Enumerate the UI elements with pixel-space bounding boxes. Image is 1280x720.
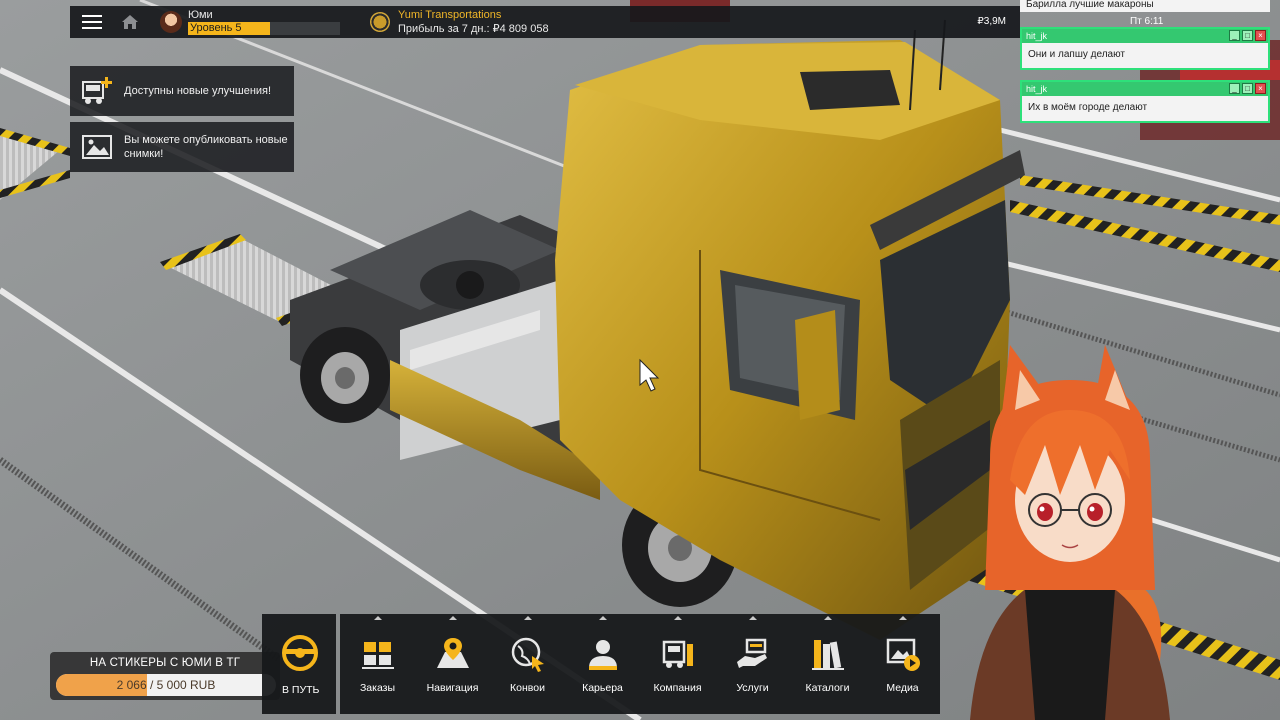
truck-upgrade-icon — [82, 77, 112, 104]
career-person-icon — [588, 640, 617, 670]
donation-amount: 2 066 / 5 000 RUB — [116, 678, 216, 692]
chat-username: hit_jk — [1026, 31, 1048, 41]
toolbar-label: Услуги — [736, 682, 769, 694]
toolbar-label: Заказы — [359, 682, 396, 694]
toolbar-item-orders[interactable]: Заказы — [340, 614, 415, 714]
hit-the-road-label: В ПУТЬ — [282, 684, 320, 696]
donation-progress-bar: 2 066 / 5 000 RUB — [56, 674, 276, 696]
company-truck-icon — [662, 640, 693, 668]
toolbar-label: Конвои — [510, 682, 545, 694]
level-badge: Уровень 5 — [188, 22, 340, 35]
caret-up-icon — [748, 616, 757, 620]
chat-top-message: Барилла лучшие макароны — [1020, 0, 1270, 12]
notification-photos[interactable]: Вы можете опубликовать новые снимки! — [70, 122, 294, 172]
home-button[interactable] — [114, 6, 146, 38]
donation-goal-widget: НА СТИКЕРЫ С ЮМИ В ТГ 2 066 / 5 000 RUB — [50, 652, 280, 700]
chat-username: hit_jk — [1026, 84, 1048, 94]
toolbar-item-media[interactable]: Медиа — [865, 614, 940, 714]
chat-message: Они и лапшу делают — [1028, 49, 1125, 60]
caret-up-icon — [373, 616, 382, 620]
notification-text: Доступны новые улучшения! — [124, 85, 272, 97]
chat-window[interactable]: hit_jk _ □ × Они и лапшу делают — [1020, 27, 1270, 70]
notification-upgrades[interactable]: Доступны новые улучшения! — [70, 66, 294, 116]
top-bar: Юми Уровень 5 Yumi Transportations Прибы… — [70, 6, 1020, 38]
company-widget[interactable]: Yumi Transportations Прибыль за 7 дн.: ₽… — [370, 8, 549, 36]
close-icon[interactable]: × — [1255, 30, 1266, 41]
hit-the-road-button[interactable]: В ПУТЬ — [262, 614, 336, 714]
catalogs-books-icon — [811, 640, 844, 670]
services-hand-icon — [736, 638, 767, 668]
minimize-icon[interactable]: _ — [1229, 83, 1240, 94]
toolbar-label: Навигация — [426, 682, 479, 694]
caret-up-icon — [523, 616, 532, 620]
chat-window[interactable]: hit_jk _ □ × Их в моём городе делают — [1020, 80, 1270, 123]
caret-up-icon — [673, 616, 682, 620]
caret-up-icon — [898, 616, 907, 620]
company-logo-icon — [370, 12, 390, 32]
notification-text: Вы можете опубликовать новые снимки! — [124, 134, 288, 160]
home-icon — [122, 15, 138, 29]
convoy-globe-icon — [511, 637, 544, 672]
toolbar-item-career[interactable]: Карьера — [565, 614, 640, 714]
vtuber-avatar — [970, 345, 1170, 720]
toolbar-item-navigation[interactable]: Навигация — [415, 614, 490, 714]
caret-up-icon — [448, 616, 457, 620]
minimize-icon[interactable]: _ — [1229, 30, 1240, 41]
maximize-icon[interactable]: □ — [1242, 30, 1253, 41]
photo-icon — [82, 135, 112, 159]
money-balance: ₽3,9M — [977, 16, 1006, 27]
maximize-icon[interactable]: □ — [1242, 83, 1253, 94]
profile-widget[interactable]: Юми Уровень 5 — [160, 9, 340, 35]
navigation-map-icon — [436, 638, 469, 668]
caret-up-icon — [823, 616, 832, 620]
chat-header: hit_jk _ □ × — [1022, 82, 1268, 96]
toolbar-item-convoys[interactable]: Конвои — [490, 614, 565, 714]
toolbar-label: Компания — [653, 682, 702, 694]
close-icon[interactable]: × — [1255, 83, 1266, 94]
chat-message: Их в моём городе делают — [1028, 102, 1148, 113]
orders-icon — [361, 642, 394, 669]
toolbar-item-catalogs[interactable]: Каталоги — [790, 614, 865, 714]
donation-title: НА СТИКЕРЫ С ЮМИ В ТГ — [89, 657, 241, 669]
media-play-icon — [886, 638, 920, 671]
avatar — [160, 11, 182, 33]
hamburger-icon — [82, 15, 102, 29]
toolbar-item-company[interactable]: Компания — [640, 614, 715, 714]
toolbar-label: Медиа — [886, 682, 919, 694]
caret-up-icon — [598, 616, 607, 620]
bottom-toolbar: Заказы Навигация Конвои Карьера Компания… — [340, 614, 940, 714]
toolbar-item-services[interactable]: Услуги — [715, 614, 790, 714]
company-profit: Прибыль за 7 дн.: ₽4 809 058 — [398, 23, 549, 35]
toolbar-label: Каталоги — [805, 682, 850, 694]
steering-wheel-icon — [282, 635, 318, 671]
game-datetime: Пт 6:11 — [1130, 16, 1164, 27]
menu-button[interactable] — [70, 6, 114, 38]
toolbar-label: Карьера — [582, 682, 623, 694]
chat-header: hit_jk _ □ × — [1022, 29, 1268, 43]
username: Юми — [188, 9, 213, 21]
company-name: Yumi Transportations — [398, 9, 502, 21]
